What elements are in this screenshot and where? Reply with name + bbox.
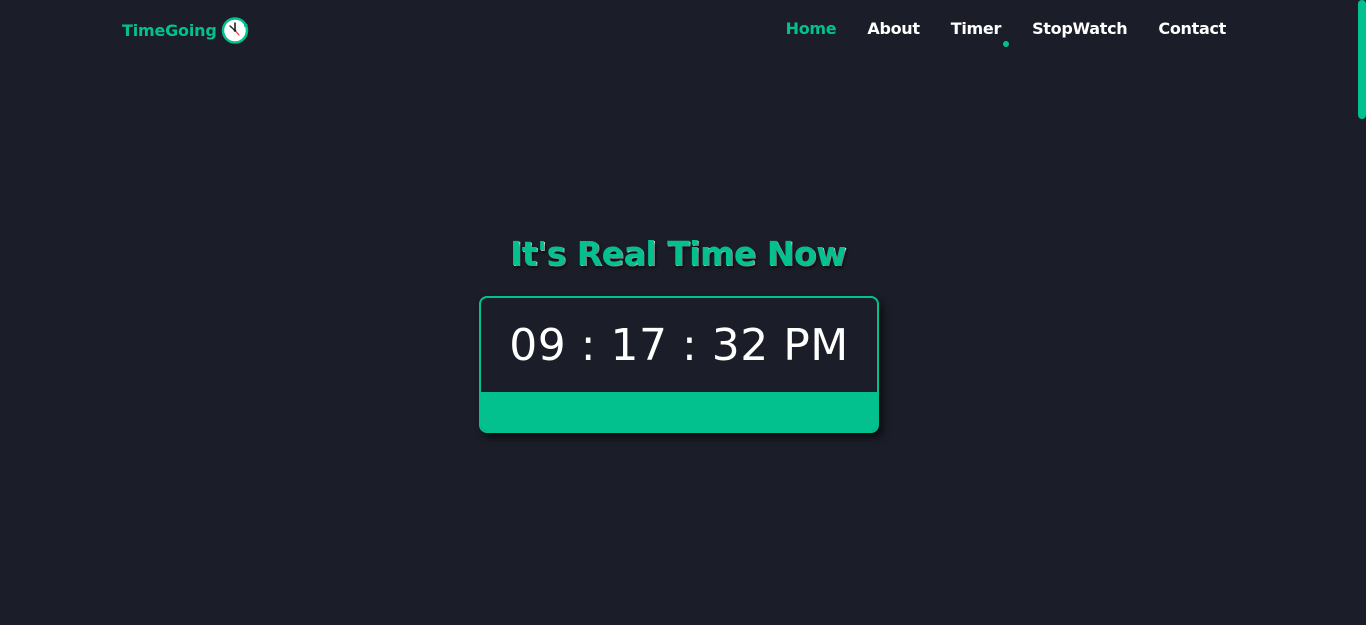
- nav-link-home[interactable]: Home: [786, 19, 837, 38]
- nav-item-contact: Contact: [1158, 19, 1226, 38]
- page: TimeGoing Home About Timer StopWatch Con…: [0, 0, 1366, 625]
- nav-item-about: About: [867, 19, 920, 38]
- clock-time-display: 09 : 17 : 32 PM: [509, 320, 849, 371]
- brand-name: TimeGoing: [122, 21, 217, 40]
- nav-link-timer[interactable]: Timer: [951, 19, 1002, 38]
- scrollbar-thumb[interactable]: [1358, 0, 1366, 119]
- brand-logo-link[interactable]: TimeGoing: [122, 16, 250, 45]
- nav-link-stopwatch[interactable]: StopWatch: [1032, 19, 1128, 38]
- nav-links: Home About Timer StopWatch Contact: [786, 19, 1226, 47]
- nav-item-home: Home: [786, 19, 1009, 47]
- nav-link-about[interactable]: About: [867, 19, 920, 38]
- clock-card: 09 : 17 : 32 PM: [479, 296, 879, 433]
- nav-item-stopwatch: StopWatch: [1032, 19, 1128, 38]
- hero-title: It's Real Time Now: [509, 234, 847, 273]
- navbar: TimeGoing Home About Timer StopWatch Con…: [0, 0, 1356, 60]
- nav-item-timer: Timer: [951, 19, 1002, 38]
- clock-accent-bar: [481, 392, 877, 431]
- active-indicator-dot: [1002, 41, 1009, 47]
- nav-link-contact[interactable]: Contact: [1158, 19, 1226, 38]
- scrollbar-track[interactable]: [1356, 0, 1366, 625]
- clock-icon: [221, 16, 250, 45]
